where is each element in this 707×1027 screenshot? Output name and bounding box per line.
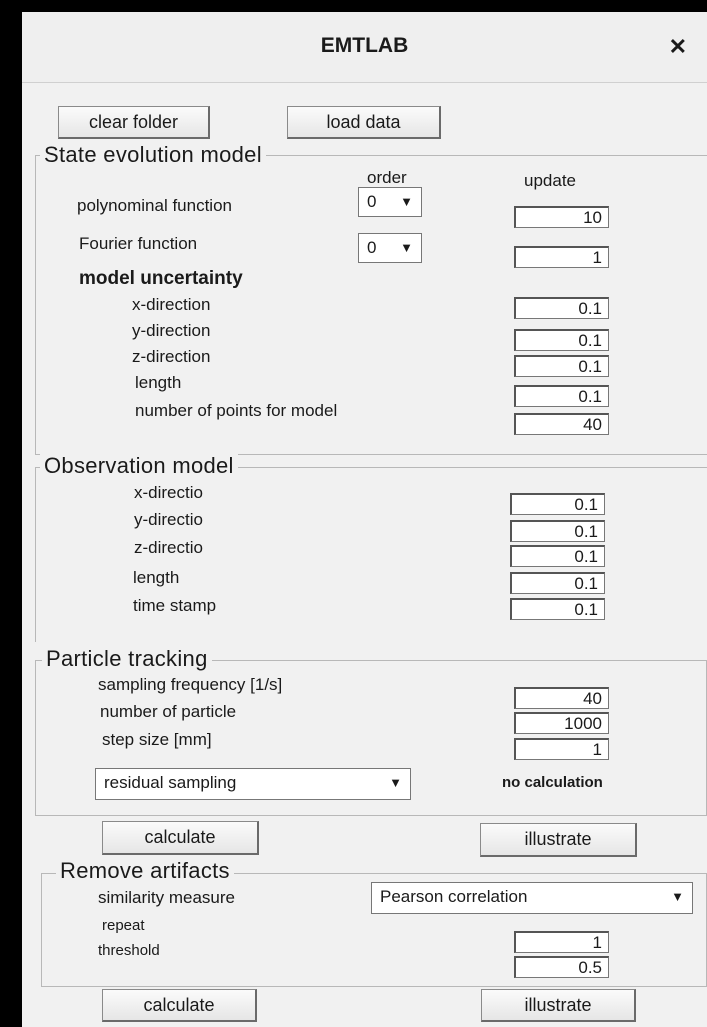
calculation-status: no calculation	[502, 774, 603, 791]
number-of-particle-label: number of particle	[100, 702, 237, 721]
title-bar: EMTLAB ✕	[22, 12, 707, 83]
step-size-label: step size [mm]	[102, 730, 212, 749]
app-window: EMTLAB ✕ clear folder load data State ev…	[0, 0, 707, 1027]
order-column-header: order	[367, 168, 407, 187]
window-title: EMTLAB	[320, 34, 409, 57]
model-uncertainty-heading: model uncertainty	[79, 268, 243, 289]
obs-z-direction-input[interactable]: 0.1	[510, 545, 605, 567]
chevron-down-icon: ▼	[389, 775, 402, 790]
sampling-frequency-input[interactable]: 40	[514, 687, 609, 709]
obs-x-direction-label: x-directio	[134, 483, 203, 502]
fourier-order-select[interactable]: 0 ▼	[358, 233, 422, 263]
state-evolution-title: State evolution model	[40, 142, 266, 168]
obs-length-input[interactable]: 0.1	[510, 572, 605, 594]
similarity-measure-value: Pearson correlation	[380, 887, 528, 906]
threshold-label: threshold	[98, 942, 160, 959]
chevron-down-icon: ▼	[400, 240, 413, 255]
fourier-update-input[interactable]: 1	[514, 246, 609, 268]
repeat-input[interactable]: 1	[514, 931, 609, 953]
sampling-method-value: residual sampling	[104, 773, 237, 792]
obs-length-label: length	[133, 568, 180, 587]
fourier-order-value: 0	[367, 238, 377, 257]
sampling-frequency-label: sampling frequency [1/s]	[98, 675, 283, 694]
threshold-input[interactable]: 0.5	[514, 956, 609, 978]
remove-artifacts-title: Remove artifacts	[56, 858, 234, 884]
fourier-function-label: Fourier function	[79, 234, 198, 253]
step-size-input[interactable]: 1	[514, 738, 609, 760]
number-of-points-label: number of points for model	[135, 401, 338, 420]
chevron-down-icon: ▼	[671, 889, 684, 904]
state-x-direction-input[interactable]: 0.1	[514, 297, 609, 319]
similarity-measure-select[interactable]: Pearson correlation ▼	[371, 882, 693, 914]
close-icon[interactable]: ✕	[669, 34, 687, 60]
chevron-down-icon: ▼	[400, 194, 413, 209]
obs-y-direction-label: y-directio	[134, 510, 203, 529]
state-length-label: length	[135, 373, 182, 392]
obs-z-direction-label: z-directio	[134, 538, 203, 557]
artifacts-calculate-button[interactable]: calculate	[102, 989, 257, 1022]
polynominal-order-select[interactable]: 0 ▼	[358, 187, 422, 217]
obs-x-direction-input[interactable]: 0.1	[510, 493, 605, 515]
polynominal-order-value: 0	[367, 192, 377, 211]
number-of-particle-input[interactable]: 1000	[514, 712, 609, 734]
state-y-direction-label: y-direction	[132, 321, 211, 340]
state-length-input[interactable]: 0.1	[514, 385, 609, 407]
observation-model-title: Observation model	[40, 453, 238, 479]
state-x-direction-label: x-direction	[132, 295, 211, 314]
sampling-method-select[interactable]: residual sampling ▼	[95, 768, 411, 800]
load-data-button[interactable]: load data	[287, 106, 441, 139]
similarity-measure-label: similarity measure	[98, 888, 235, 907]
state-y-direction-input[interactable]: 0.1	[514, 329, 609, 351]
state-z-direction-input[interactable]: 0.1	[514, 355, 609, 377]
obs-y-direction-input[interactable]: 0.1	[510, 520, 605, 542]
particle-tracking-title: Particle tracking	[42, 646, 212, 672]
polynominal-update-input[interactable]: 10	[514, 206, 609, 228]
dialog-body: clear folder load data State evolution m…	[22, 83, 707, 1027]
repeat-label: repeat	[102, 917, 145, 934]
number-of-points-input[interactable]: 40	[514, 413, 609, 435]
time-stamp-label: time stamp	[133, 596, 217, 615]
time-stamp-input[interactable]: 0.1	[510, 598, 605, 620]
artifacts-illustrate-button[interactable]: illustrate	[481, 989, 636, 1022]
polynominal-function-label: polynominal function	[77, 196, 232, 215]
state-z-direction-label: z-direction	[132, 347, 211, 366]
particle-calculate-button[interactable]: calculate	[102, 821, 259, 855]
update-column-header: update	[524, 171, 576, 190]
clear-folder-button[interactable]: clear folder	[58, 106, 210, 139]
particle-illustrate-button[interactable]: illustrate	[480, 823, 637, 857]
